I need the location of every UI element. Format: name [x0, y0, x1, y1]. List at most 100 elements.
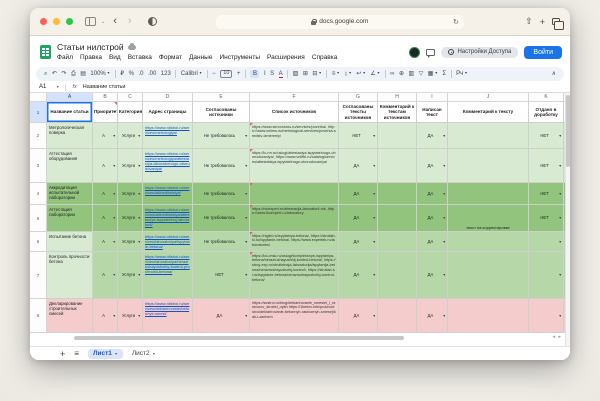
dropdown-arrow-icon[interactable]: ▼	[245, 191, 248, 195]
menu-item-6[interactable]: Данные	[189, 54, 212, 61]
cell-C5[interactable]: Услуги▼	[118, 205, 143, 232]
column-header-C[interactable]: C	[118, 93, 143, 102]
font-size-button[interactable]: 10	[220, 70, 232, 79]
cell-H8[interactable]	[378, 299, 417, 333]
cell-I8[interactable]: ДА▼	[417, 299, 448, 333]
cell-J8[interactable]	[448, 299, 529, 333]
insert-comment-button[interactable]: ⊕	[399, 71, 404, 77]
cell-K5[interactable]: НЕТ▼	[529, 205, 564, 232]
formula-value[interactable]: Название статьи	[83, 84, 126, 90]
cell-G5[interactable]: ДА▼	[339, 205, 378, 232]
cell-K7[interactable]: ▼	[529, 252, 564, 299]
dropdown-arrow-icon[interactable]: ▼	[245, 163, 248, 167]
dropdown-arrow-icon[interactable]: ▼	[245, 239, 248, 243]
dropdown-arrow-icon[interactable]: ▼	[113, 313, 116, 317]
dropdown-arrow-icon[interactable]: ▼	[443, 216, 446, 220]
dropdown-arrow-icon[interactable]: ▼	[113, 163, 116, 167]
cell-J1[interactable]: Комментарий к тексту	[448, 102, 529, 123]
cell-E4[interactable]: Не требовалось▼	[193, 183, 250, 205]
cell-B6[interactable]: А▼	[93, 232, 118, 252]
cell-E7[interactable]: НЕТ▼	[193, 252, 250, 299]
cell-J6[interactable]	[448, 232, 529, 252]
cell-D1[interactable]: Адрес страницы	[143, 102, 193, 123]
row-header-3[interactable]: 3	[30, 149, 47, 183]
strikethrough-button[interactable]: S	[270, 71, 274, 77]
dropdown-arrow-icon[interactable]: ▼	[373, 133, 376, 137]
menu-item-5[interactable]: Формат	[159, 54, 182, 61]
menu-item-9[interactable]: Справка	[312, 54, 338, 61]
page-url-link[interactable]: https://www.nilstroi.ru/services/akkredi…	[145, 185, 190, 195]
name-box-chevron-icon[interactable]: ▼	[56, 85, 59, 89]
font-size-decrease-button[interactable]: −	[212, 71, 216, 77]
search-button[interactable]: ⌕	[44, 71, 47, 77]
vertical-scroll-thumb[interactable]	[566, 95, 570, 167]
cell-I7[interactable]: ДА▼	[417, 252, 448, 299]
cell-K2[interactable]: НЕТ▼	[529, 123, 564, 149]
row-header-7[interactable]: 7	[30, 252, 47, 299]
cell-E1[interactable]: Согласованы источники	[193, 102, 250, 123]
page-url-link[interactable]: https://www.nilstroi.ru/services/laborat…	[145, 254, 190, 275]
dropdown-arrow-icon[interactable]: ▼	[443, 163, 446, 167]
bold-button[interactable]: B	[250, 70, 259, 78]
cell-I3[interactable]: ДА▼	[417, 149, 448, 183]
paint-format-button[interactable]: ▤	[80, 71, 86, 77]
cell-K6[interactable]: ▼	[529, 232, 564, 252]
number-format-button[interactable]: 123	[161, 71, 171, 77]
cell-E8[interactable]: ДА▼	[193, 299, 250, 333]
dropdown-arrow-icon[interactable]: ▼	[138, 163, 141, 167]
dropdown-arrow-icon[interactable]: ▼	[373, 191, 376, 195]
cell-I6[interactable]: ДА▼	[417, 232, 448, 252]
row-header-2[interactable]: 2	[30, 123, 47, 149]
chevron-down-icon[interactable]: ▼	[114, 352, 117, 356]
currency-format-button[interactable]: ₽	[120, 71, 124, 77]
sidebar-icon[interactable]	[85, 17, 96, 26]
column-header-I[interactable]: I	[417, 93, 448, 102]
vertical-scrollbar[interactable]	[565, 93, 570, 346]
dropdown-arrow-icon[interactable]: ▼	[559, 313, 562, 317]
row-header-5[interactable]: 5	[30, 205, 47, 232]
cell-E5[interactable]: Не требовалось▼	[193, 205, 250, 232]
forward-button[interactable]: ›	[125, 16, 135, 27]
cell-K8[interactable]: ▼	[529, 299, 564, 333]
cell-D4[interactable]: https://www.nilstroi.ru/services/akkredi…	[143, 183, 193, 205]
vertical-align-button[interactable]: ↨▼	[344, 71, 351, 77]
dropdown-arrow-icon[interactable]: ▼	[113, 133, 116, 137]
cell-K1[interactable]: Отдано в доработку	[529, 102, 564, 123]
text-wrap-button[interactable]: ↩▼	[356, 71, 366, 77]
reload-icon[interactable]: ↻	[453, 18, 459, 26]
dropdown-arrow-icon[interactable]: ▼	[138, 313, 141, 317]
cell-G6[interactable]: ДА▼	[339, 232, 378, 252]
sheet-tab-1[interactable]: Лист1 ▼	[88, 349, 123, 359]
dropdown-arrow-icon[interactable]: ▼	[373, 163, 376, 167]
decrease-decimals-button[interactable]: .0	[138, 71, 143, 77]
comments-icon[interactable]	[426, 49, 435, 56]
sheets-logo[interactable]	[40, 45, 51, 59]
sheet-tab-2[interactable]: Лист2 ▼	[132, 350, 156, 357]
create-filter-button[interactable]: ▽	[419, 71, 424, 77]
cell-B8[interactable]: А▼	[93, 299, 118, 333]
cell-F6[interactable]: https://nigtid.ru/ispytaniya-betona/, ht…	[250, 232, 339, 252]
cell-D2[interactable]: https://www.nilstroi.ru/services/metrolo…	[143, 123, 193, 149]
cell-G7[interactable]: ДА▼	[339, 252, 378, 299]
cell-C6[interactable]: Услуги▼	[118, 232, 143, 252]
avatar[interactable]	[409, 47, 420, 58]
borders-button[interactable]: ⊞	[303, 71, 308, 77]
tab-overview-icon[interactable]	[552, 18, 560, 25]
insert-link-button[interactable]: ∞	[390, 71, 394, 77]
cell-I5[interactable]: ДА▼	[417, 205, 448, 232]
dropdown-arrow-icon[interactable]: ▼	[559, 133, 562, 137]
cell-E6[interactable]: Не требовалось▼	[193, 232, 250, 252]
dropdown-arrow-icon[interactable]: ▼	[138, 239, 141, 243]
cell-F7[interactable]: https://lcc-msk.ru/uslugi/kompleksnye-is…	[250, 252, 339, 299]
fullscreen-window-button[interactable]	[66, 18, 73, 25]
column-header-A[interactable]: A	[47, 93, 93, 102]
dropdown-arrow-icon[interactable]: ▼	[245, 216, 248, 220]
cell-D3[interactable]: https://www.nilstroi.ru/services/metrolo…	[143, 149, 193, 183]
dropdown-arrow-icon[interactable]: ▼	[245, 273, 248, 277]
insert-chart-button[interactable]: ▥	[408, 71, 414, 77]
dropdown-arrow-icon[interactable]: ▼	[559, 191, 562, 195]
cell-K3[interactable]: НЕТ▼	[529, 149, 564, 183]
privacy-shield-icon[interactable]	[148, 17, 157, 26]
cell-F5[interactable]: https://nicexpert.ru/attestacija-laborat…	[250, 205, 339, 232]
cell-C8[interactable]: Услуги▼	[118, 299, 143, 333]
